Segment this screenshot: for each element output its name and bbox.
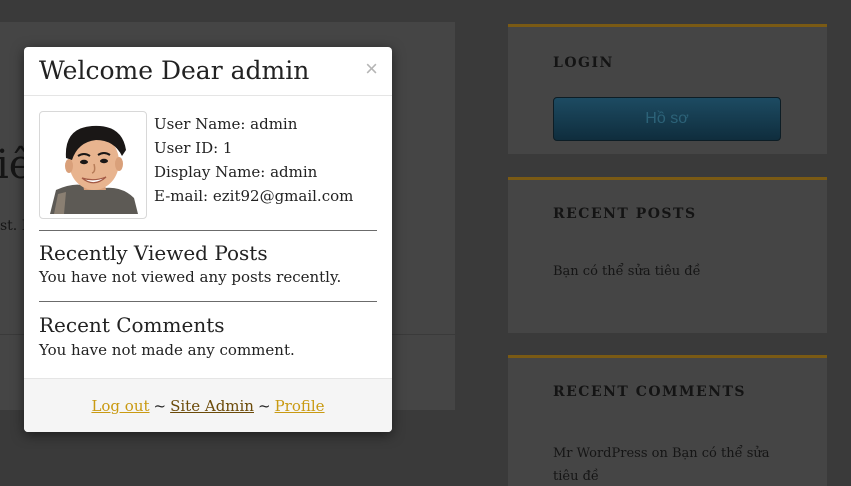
user-info: User Name: admin User ID: 1 Display Name… bbox=[154, 112, 353, 208]
login-widget-title: LOGIN bbox=[553, 55, 614, 71]
profile-link[interactable]: Profile bbox=[275, 397, 325, 415]
recent-posts-title: RECENT POSTS bbox=[553, 206, 697, 222]
modal-header: Welcome Dear admin × bbox=[24, 47, 392, 96]
user-name: User Name: admin bbox=[154, 115, 298, 133]
avatar-image bbox=[44, 116, 142, 214]
modal-title: Welcome Dear admin bbox=[39, 56, 310, 85]
recently-viewed-title: Recently Viewed Posts bbox=[39, 241, 268, 265]
modal-footer: Log out ~ Site Admin ~ Profile bbox=[24, 378, 392, 432]
recent-comments-widget: RECENT COMMENTS Mr WordPress on Bạn có t… bbox=[508, 355, 827, 486]
user-email: E-mail: ezit92@gmail.com bbox=[154, 187, 354, 205]
recent-comment-item[interactable]: Mr WordPress on Bạn có thể sửa tiêu đề bbox=[553, 442, 773, 486]
display-name: Display Name: admin bbox=[154, 163, 318, 181]
recent-comments-section-text: You have not made any comment. bbox=[39, 341, 295, 359]
recent-comments-title: RECENT COMMENTS bbox=[553, 384, 747, 400]
site-admin-link[interactable]: Site Admin bbox=[170, 397, 254, 415]
close-icon[interactable]: × bbox=[365, 58, 378, 80]
welcome-modal: Welcome Dear admin × User Name: admin Us… bbox=[24, 47, 392, 432]
footer-separator: ~ bbox=[257, 396, 271, 415]
logout-link[interactable]: Log out bbox=[91, 397, 149, 415]
login-widget: LOGIN Hồ sơ bbox=[508, 24, 827, 154]
user-avatar-icon bbox=[39, 111, 147, 219]
section-divider bbox=[39, 301, 377, 302]
section-divider bbox=[39, 230, 377, 231]
footer-separator: ~ bbox=[153, 396, 167, 415]
recent-comments-section-title: Recent Comments bbox=[39, 313, 225, 337]
user-id: User ID: 1 bbox=[154, 139, 233, 157]
recent-posts-widget: RECENT POSTS Bạn có thể sửa tiêu đề bbox=[508, 177, 827, 333]
profile-button[interactable]: Hồ sơ bbox=[553, 97, 781, 141]
recent-post-link[interactable]: Bạn có thể sửa tiêu đề bbox=[553, 264, 701, 279]
recently-viewed-text: You have not viewed any posts recently. bbox=[39, 268, 342, 286]
